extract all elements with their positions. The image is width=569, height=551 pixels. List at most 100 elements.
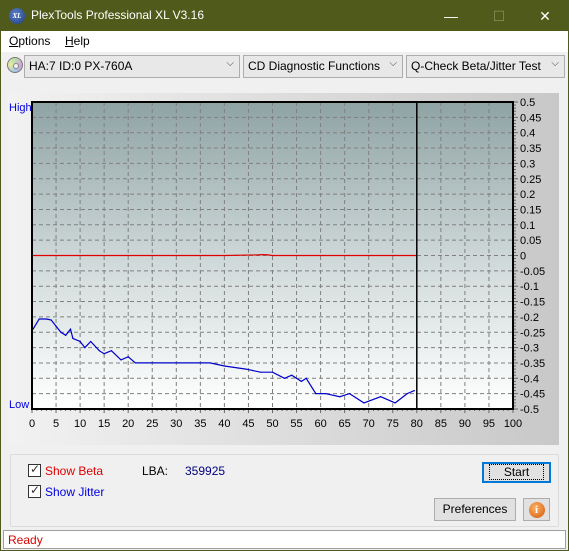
jitter-point xyxy=(413,389,415,392)
jitter-point xyxy=(271,371,274,373)
menu-help-mnemonic: H xyxy=(65,34,74,48)
x-tick-label: 65 xyxy=(339,418,351,430)
y-tick-label: 0 xyxy=(520,251,526,263)
jitter-point xyxy=(151,362,153,364)
jitter-point xyxy=(380,396,382,398)
menu-bar: Options Help xyxy=(1,31,568,52)
jitter-point xyxy=(291,374,293,376)
y-tick-label: -0.45 xyxy=(520,389,545,401)
y-tick-label: -0.1 xyxy=(520,281,539,293)
status-text: Ready xyxy=(8,533,43,547)
info-button[interactable]: i xyxy=(523,498,550,521)
y-tick-label: -0.05 xyxy=(520,266,545,278)
jitter-point xyxy=(79,340,81,343)
jitter-point xyxy=(315,393,317,395)
jitter-point xyxy=(103,353,105,355)
status-bar: Ready xyxy=(3,530,566,549)
x-tick-label: 60 xyxy=(314,418,326,430)
jitter-point xyxy=(134,362,137,364)
start-button-label: Start xyxy=(488,464,545,480)
jitter-point xyxy=(259,371,262,373)
x-tick-label: 5 xyxy=(53,418,59,430)
y-tick-label: 0.45 xyxy=(520,112,541,124)
menu-help-rest: elp xyxy=(73,34,90,48)
jitter-point xyxy=(84,347,86,349)
app-window: XL PlexTools Professional XL V3.16 — ☐ ✕… xyxy=(0,0,569,551)
jitter-point xyxy=(166,362,168,364)
y-tick-label: 0.4 xyxy=(520,128,535,140)
drive-select-value: HA:7 ID:0 PX-760A xyxy=(29,59,133,73)
show-beta-label[interactable]: Show Beta xyxy=(45,464,103,478)
jitter-point xyxy=(38,318,40,320)
jitter-point xyxy=(72,337,74,339)
y-tick-label: 0.3 xyxy=(520,158,535,170)
jitter-point xyxy=(110,350,112,352)
minimize-button[interactable]: — xyxy=(428,1,474,31)
info-icon: i xyxy=(528,502,545,518)
show-beta-checkbox[interactable] xyxy=(28,462,41,477)
beta-point xyxy=(368,254,370,257)
options-group: Show Beta Show Jitter LBA: 359925 Start … xyxy=(10,454,559,527)
beta-jitter-chart: 0 5 10 15 20 25 30 35 40 45 50 55 60 65 70 75 80 85 90 95 10… xyxy=(9,97,545,430)
x-tick-label: 95 xyxy=(483,418,495,430)
menu-options-mnemonic: O xyxy=(9,34,19,48)
show-jitter-checkbox[interactable] xyxy=(28,483,41,498)
jitter-point xyxy=(363,402,365,404)
x-tick-label: 100 xyxy=(504,418,522,430)
y-tick-label: -0.3 xyxy=(520,343,539,355)
start-button[interactable]: Start xyxy=(482,462,551,483)
y-tick-label: -0.35 xyxy=(520,358,545,370)
high-label: High xyxy=(9,102,32,114)
x-tick-label: 70 xyxy=(363,418,375,430)
beta-point xyxy=(257,254,259,256)
function-select[interactable]: CD Diagnostic Functions ⌵ xyxy=(243,55,403,78)
test-select-value: Q-Check Beta/Jitter Test xyxy=(411,59,541,73)
jitter-point xyxy=(90,340,92,343)
y-tick-label: 0.25 xyxy=(520,174,541,186)
y-tick-label: -0.2 xyxy=(520,312,539,324)
drive-select[interactable]: HA:7 ID:0 PX-760A ⌵ xyxy=(24,55,240,78)
low-label: Low xyxy=(9,399,29,411)
lba-label: LBA: xyxy=(142,464,169,478)
show-jitter-label[interactable]: Show Jitter xyxy=(45,485,104,499)
window-title: PlexTools Professional XL V3.16 xyxy=(31,8,204,22)
chevron-down-icon: ⌵ xyxy=(226,58,234,69)
menu-options[interactable]: Options xyxy=(9,34,50,48)
y-tick-label: 0.5 xyxy=(520,97,535,109)
x-tick-label: 20 xyxy=(122,418,134,430)
jitter-point xyxy=(245,368,247,370)
chevron-down-icon: ⌵ xyxy=(551,58,559,69)
beta-point xyxy=(79,254,81,257)
jitter-point xyxy=(283,377,286,379)
jitter-point xyxy=(190,362,192,364)
menu-help[interactable]: Help xyxy=(65,34,90,48)
maximize-button[interactable]: ☐ xyxy=(476,1,522,31)
x-tick-label: 90 xyxy=(459,418,471,430)
jitter-point xyxy=(305,377,307,379)
jitter-point xyxy=(65,334,67,336)
beta-point xyxy=(267,254,269,256)
x-tick-label: 30 xyxy=(170,418,182,430)
x-tick-label: 45 xyxy=(242,418,254,430)
chevron-down-icon: ⌵ xyxy=(389,58,397,69)
plextools-logo-icon: XL xyxy=(9,8,25,24)
jitter-point xyxy=(339,396,341,398)
jitter-point xyxy=(223,365,225,367)
jitter-point xyxy=(120,359,122,361)
jitter-point xyxy=(324,393,327,395)
y-tick-label: 0.15 xyxy=(520,204,541,216)
y-axis: 0.5 0.45 0.4 0.35 0.3 0.25 0.2 0.15 0.1 0.05 0 -0.0… xyxy=(514,97,545,416)
x-tick-label: 40 xyxy=(218,418,230,430)
preferences-button[interactable]: Preferences xyxy=(434,498,516,521)
beta-point xyxy=(262,253,264,256)
title-bar: XL PlexTools Professional XL V3.16 — ☐ ✕ xyxy=(1,1,568,31)
x-tick-label: 55 xyxy=(290,418,302,430)
x-tick-label: 35 xyxy=(194,418,206,430)
y-tick-label: 0.35 xyxy=(520,143,541,155)
test-select[interactable]: Q-Check Beta/Jitter Test ⌵ xyxy=(406,55,565,78)
y-tick-label: 0.2 xyxy=(520,189,535,201)
x-axis: 0 5 10 15 20 25 30 35 40 45 50 55 60 65 70 75 80 85 90 95 10… xyxy=(29,410,522,430)
beta-point xyxy=(320,254,322,257)
close-button[interactable]: ✕ xyxy=(522,1,568,31)
y-tick-label: -0.5 xyxy=(520,404,539,416)
